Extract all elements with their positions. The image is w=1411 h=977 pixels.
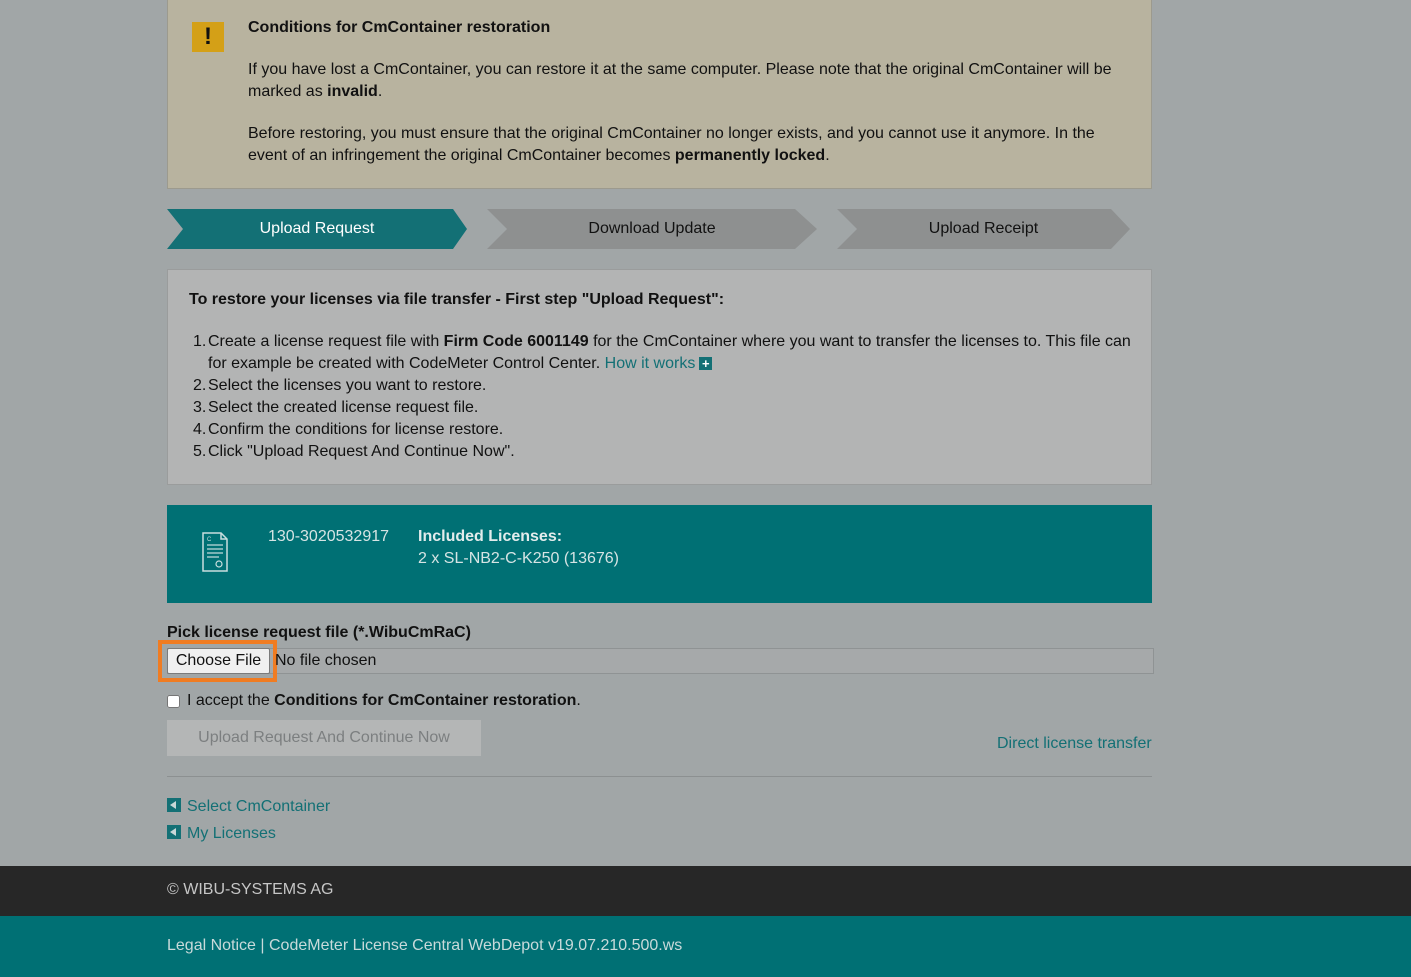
list-item: 5. Click "Upload Request And Continue No… (193, 443, 515, 460)
warning-title: Conditions for CmContainer restoration (248, 19, 551, 36)
list-item: 3. Select the created license request fi… (193, 399, 479, 416)
certificate-document-icon: C (202, 532, 228, 572)
list-item: 1. Create a license request file with Fi… (193, 333, 1131, 372)
plus-icon[interactable]: + (699, 357, 713, 371)
select-cmcontainer-link[interactable]: Select CmContainer (167, 797, 330, 816)
instructions-box: To restore your licenses via file transf… (167, 269, 1152, 485)
container-serial: 130-3020532917 (268, 528, 390, 545)
warning-paragraph-locked: Before restoring, you must ensure that t… (248, 125, 1095, 164)
my-licenses-link[interactable]: My Licenses (167, 824, 276, 843)
back-arrow-icon (167, 824, 181, 839)
footer-copyright-bar: © WIBU-SYSTEMS AG (0, 866, 1411, 916)
step-download-update: Download Update (487, 209, 817, 249)
accept-conditions-checkbox[interactable] (167, 695, 180, 708)
instructions-list: 1. Create a license request file with Fi… (188, 331, 1133, 463)
list-item: 2. Select the licenses you want to resto… (193, 377, 487, 394)
accept-conditions-label[interactable]: I accept the Conditions for CmContainer … (187, 692, 581, 710)
file-status-text: No file chosen (275, 652, 377, 669)
included-licenses-title: Included Licenses: (418, 528, 563, 545)
footer-links-bar: Legal Notice | CodeMeter License Central… (0, 916, 1411, 977)
footer-links[interactable]: Legal Notice | CodeMeter License Central… (167, 937, 682, 955)
svg-text:C: C (207, 537, 212, 543)
divider (167, 776, 1152, 777)
how-it-works-link[interactable]: How it works (605, 355, 696, 372)
step-upload-request: Upload Request (167, 209, 467, 249)
restoration-warning-box: ! Conditions for CmContainer restoration… (167, 0, 1152, 189)
warning-paragraph-invalid: If you have lost a CmContainer, you can … (248, 61, 1112, 100)
license-info-panel: C 130-3020532917 Included Licenses: 2 x … (167, 505, 1152, 603)
instructions-title: To restore your licenses via file transf… (189, 291, 725, 308)
copyright-text: © WIBU-SYSTEMS AG (167, 881, 334, 898)
back-arrow-icon (167, 797, 181, 812)
choose-file-button[interactable]: Choose File (167, 648, 270, 674)
included-licenses-value: 2 x SL-NB2-C-K250 (13676) (418, 550, 619, 567)
step-upload-receipt: Upload Receipt (837, 209, 1130, 249)
list-item: 4. Confirm the conditions for license re… (193, 421, 504, 438)
file-pick-label: Pick license request file (*.WibuCmRaC) (167, 624, 471, 641)
warning-icon: ! (192, 22, 224, 52)
upload-request-button[interactable]: Upload Request And Continue Now (167, 720, 481, 756)
direct-license-transfer-link[interactable]: Direct license transfer (997, 735, 1152, 753)
